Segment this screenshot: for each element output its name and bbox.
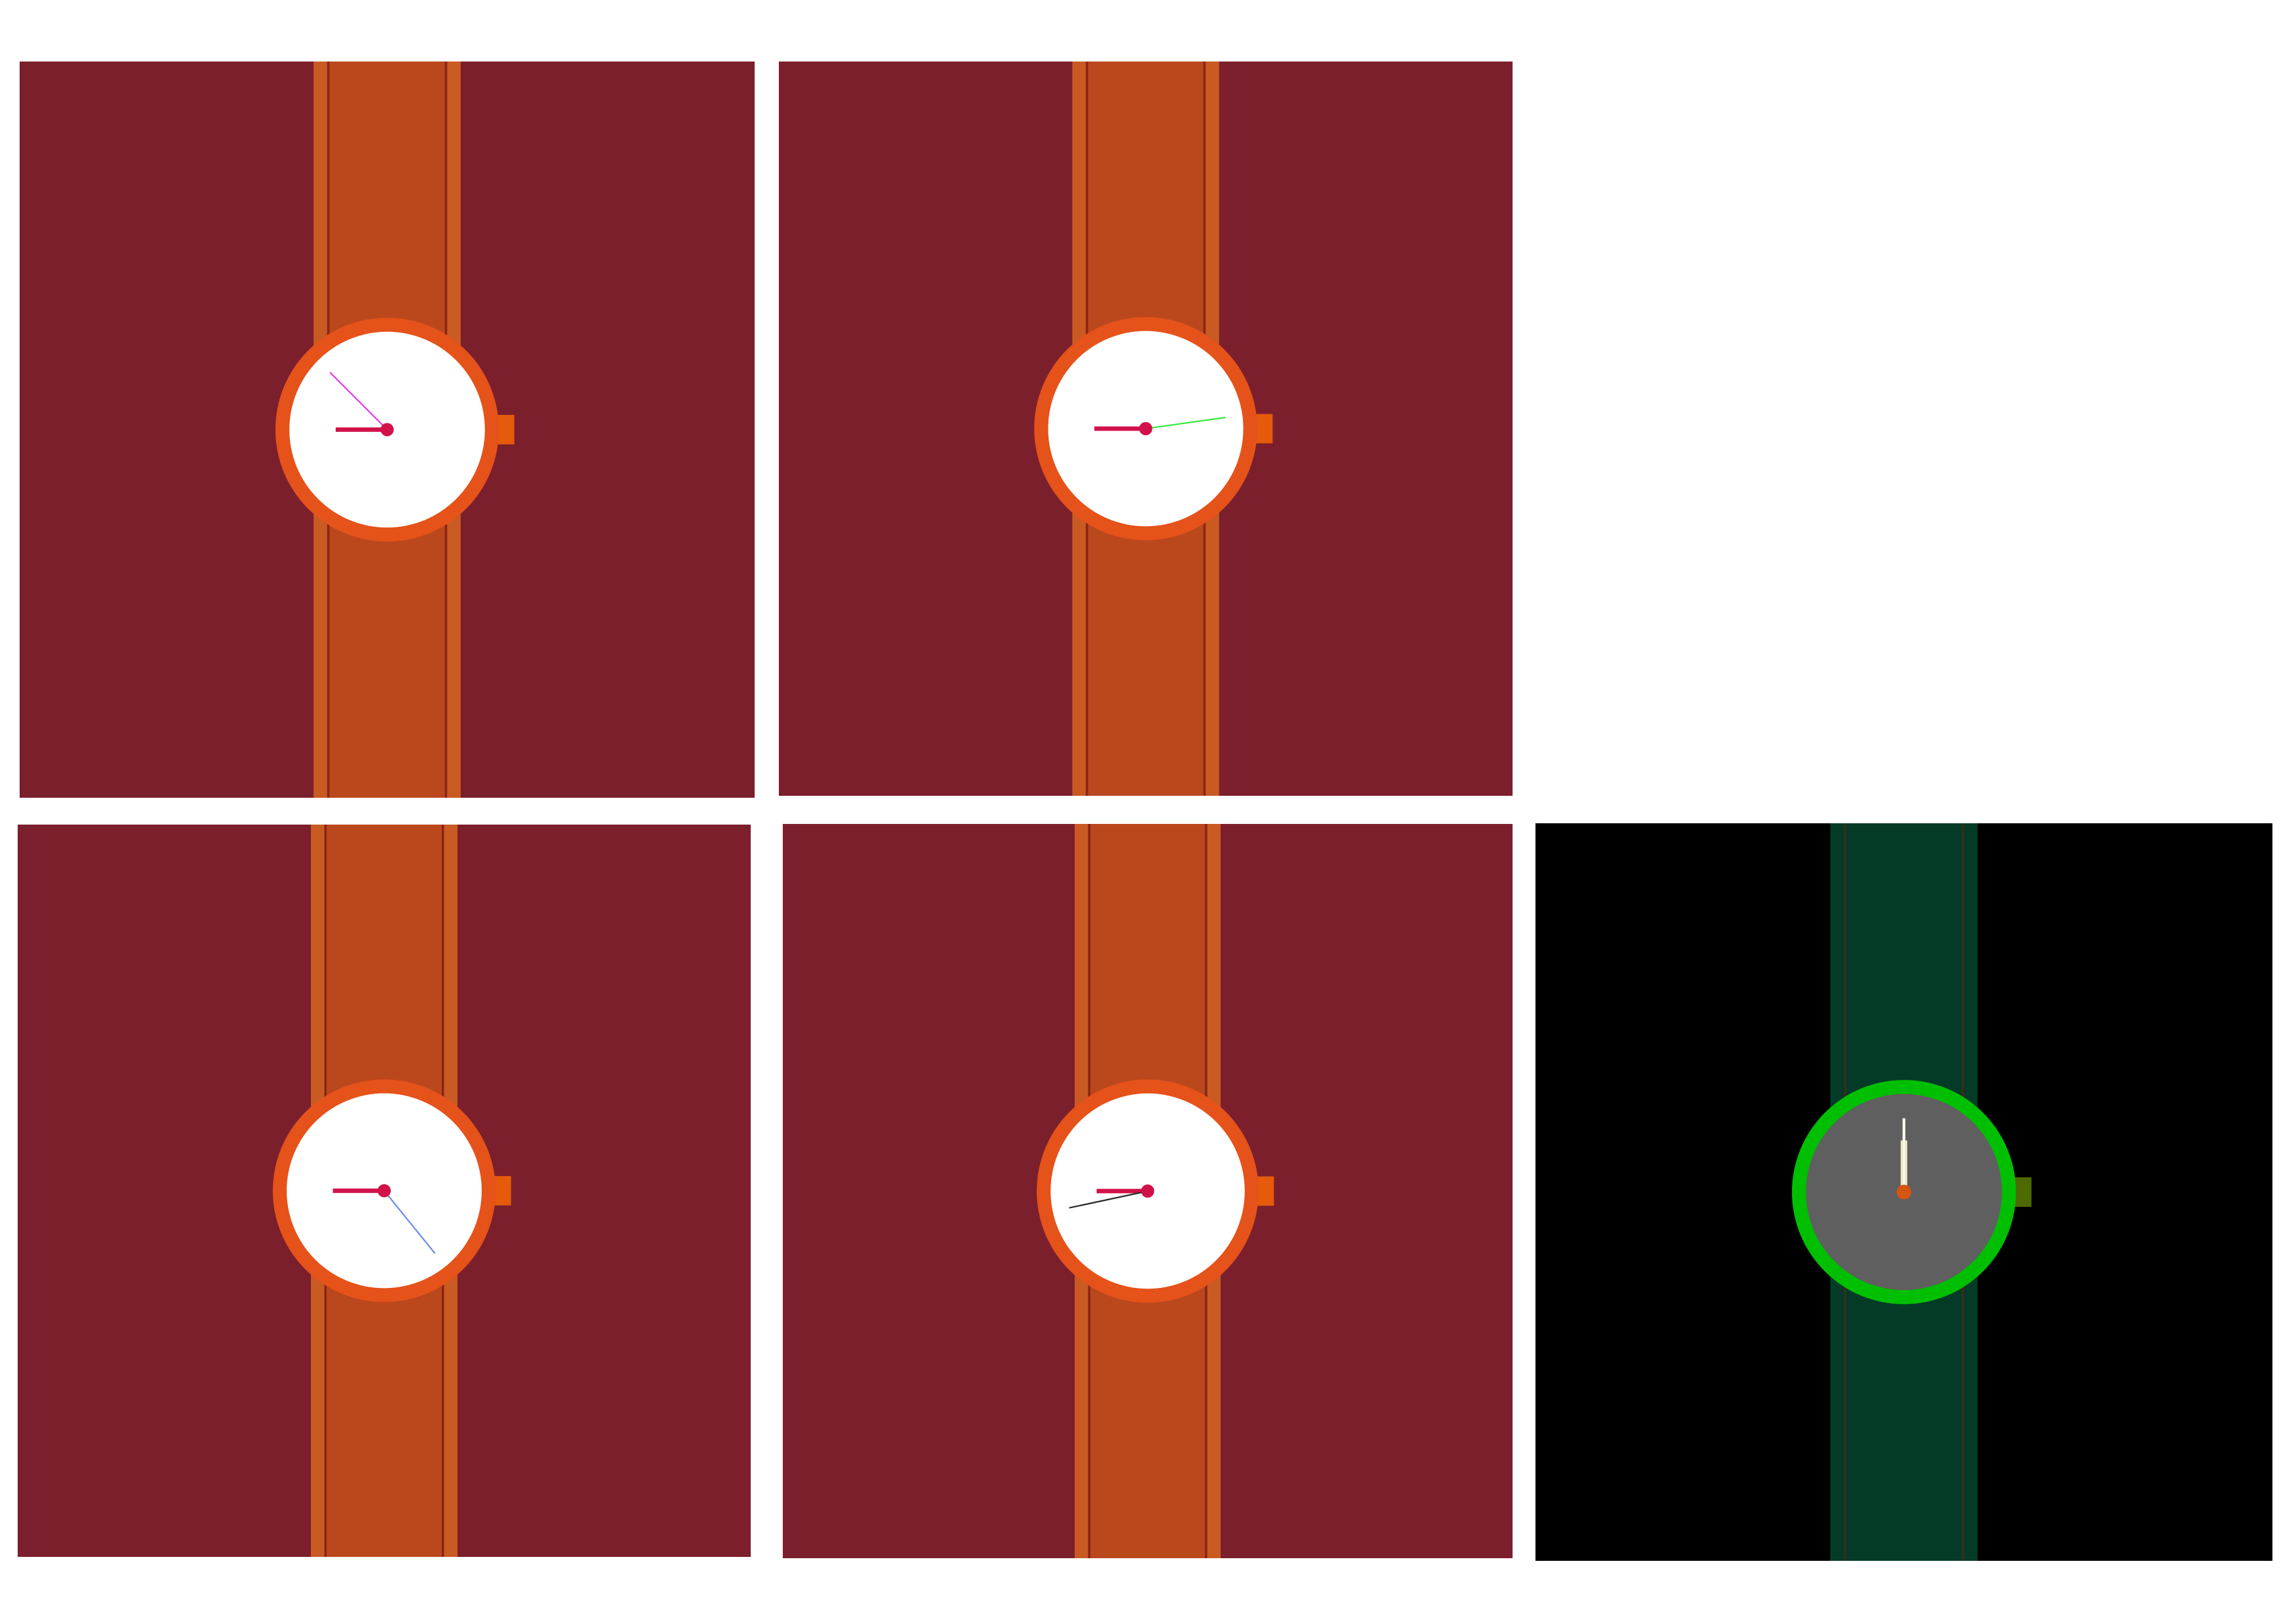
watch-illustration	[783, 824, 1513, 1558]
watch-illustration	[18, 825, 751, 1557]
watch-panel-bottom-left	[18, 825, 751, 1557]
center-pin	[377, 1184, 391, 1198]
center-pin	[380, 423, 394, 437]
center-pin	[1139, 421, 1153, 436]
watch-illustration	[779, 62, 1513, 796]
watch-illustration	[1535, 823, 2272, 1561]
watch-panel-bottom-right	[1535, 823, 2272, 1561]
watch-panel-top-left	[20, 62, 755, 798]
watch-illustration	[20, 62, 755, 798]
center-pin	[1141, 1184, 1155, 1198]
watch-panel-top-middle	[779, 62, 1513, 796]
watch-panel-bottom-middle	[783, 824, 1513, 1558]
center-pin	[1896, 1185, 1912, 1200]
